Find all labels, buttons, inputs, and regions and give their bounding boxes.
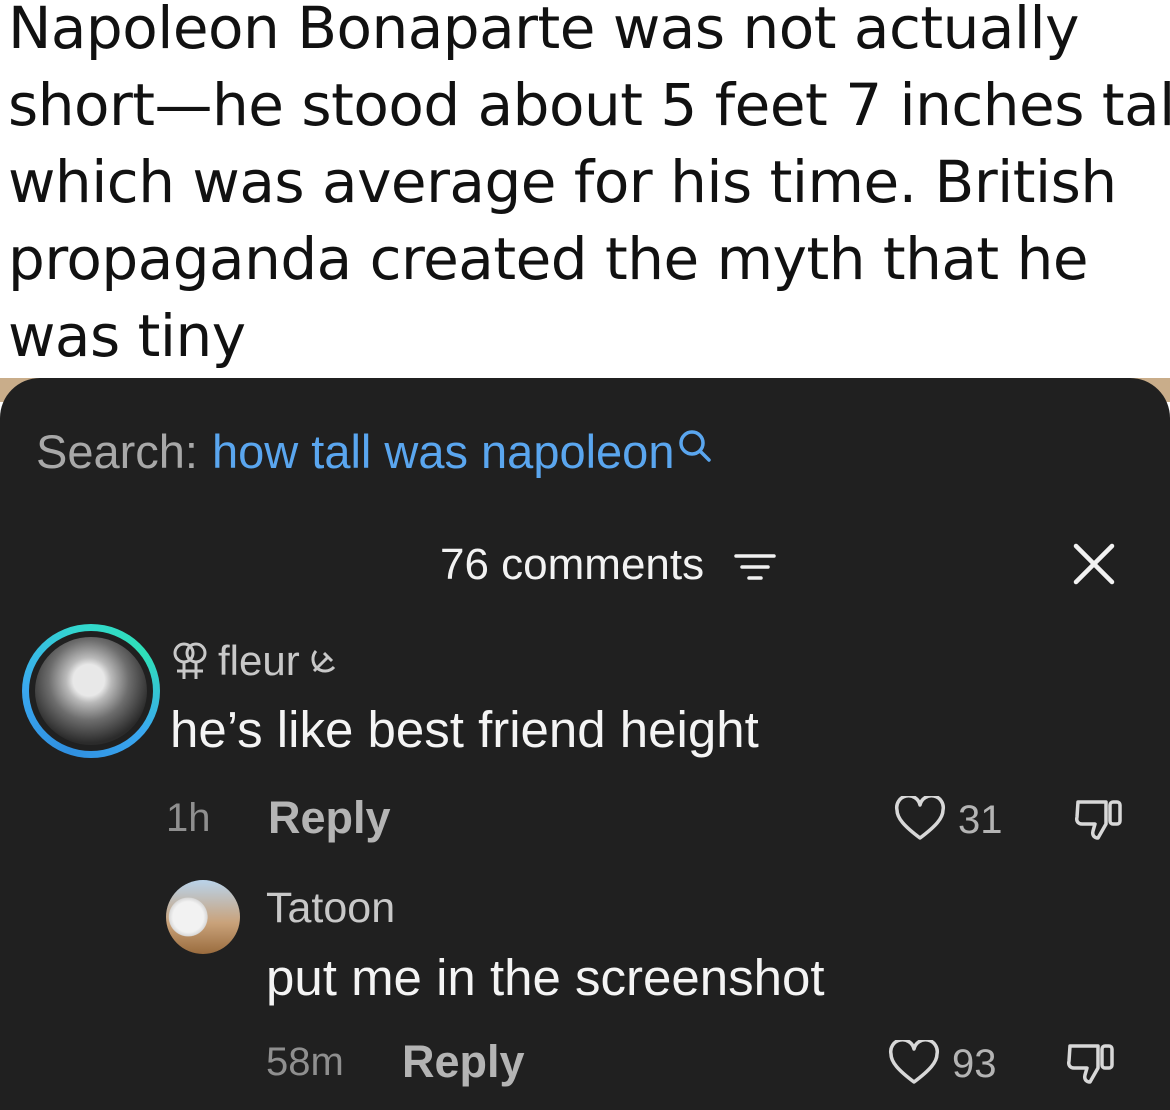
reply-button[interactable]: Reply <box>268 792 391 844</box>
caption-line: was tiny <box>8 302 246 370</box>
caption-text-block: Napoleon Bonaparte was not actually shor… <box>8 0 1170 380</box>
avatar-photo <box>35 637 147 745</box>
caption-line: short—he stood about 5 feet 7 inches tal… <box>8 71 1170 139</box>
comment-time: 1h <box>166 796 211 840</box>
caption-line: Napoleon Bonaparte was not actually <box>8 0 1079 62</box>
search-query-link[interactable]: how tall was napoleon <box>212 424 674 479</box>
avatar[interactable] <box>22 624 160 758</box>
reply-text: put me in the screenshot <box>266 949 825 1006</box>
caption-line: which was average for his time. British <box>8 148 1117 216</box>
heart-outline-icon[interactable] <box>888 1040 940 1086</box>
search-label: Search: <box>36 424 198 478</box>
close-icon[interactable] <box>1072 542 1116 586</box>
comment-actions: 1h Reply 31 <box>0 792 1170 848</box>
reply-avatar[interactable] <box>166 880 240 954</box>
reply-username[interactable]: Tatoon <box>266 884 395 933</box>
comment-username[interactable]: fleur <box>218 637 300 685</box>
like-count: 93 <box>952 1042 997 1086</box>
heart-outline-icon[interactable] <box>894 796 946 842</box>
comment-author[interactable]: fleur <box>168 636 340 686</box>
comments-count: 76 comments <box>440 540 705 589</box>
caption-line: propaganda created the myth that he <box>8 225 1089 293</box>
like-count: 31 <box>958 798 1003 842</box>
double-venus-icon <box>173 642 207 679</box>
reply-actions: 58m Reply 93 <box>0 1036 1170 1092</box>
comments-header: 76 comments <box>0 532 1170 592</box>
reply-button[interactable]: Reply <box>402 1036 525 1088</box>
thumbs-down-outline-icon[interactable] <box>1072 794 1128 844</box>
thumbs-down-outline-icon[interactable] <box>1064 1038 1120 1088</box>
hammer-sickle-icon <box>311 650 335 673</box>
magnifier-icon[interactable] <box>678 429 712 465</box>
avatar-border <box>29 631 153 751</box>
reply-time: 58m <box>266 1040 344 1084</box>
sort-lines-icon[interactable] <box>734 552 776 584</box>
comment-text: he’s like best friend height <box>170 701 759 758</box>
search-suggestion[interactable]: Search: how tall was napoleon <box>36 418 712 484</box>
